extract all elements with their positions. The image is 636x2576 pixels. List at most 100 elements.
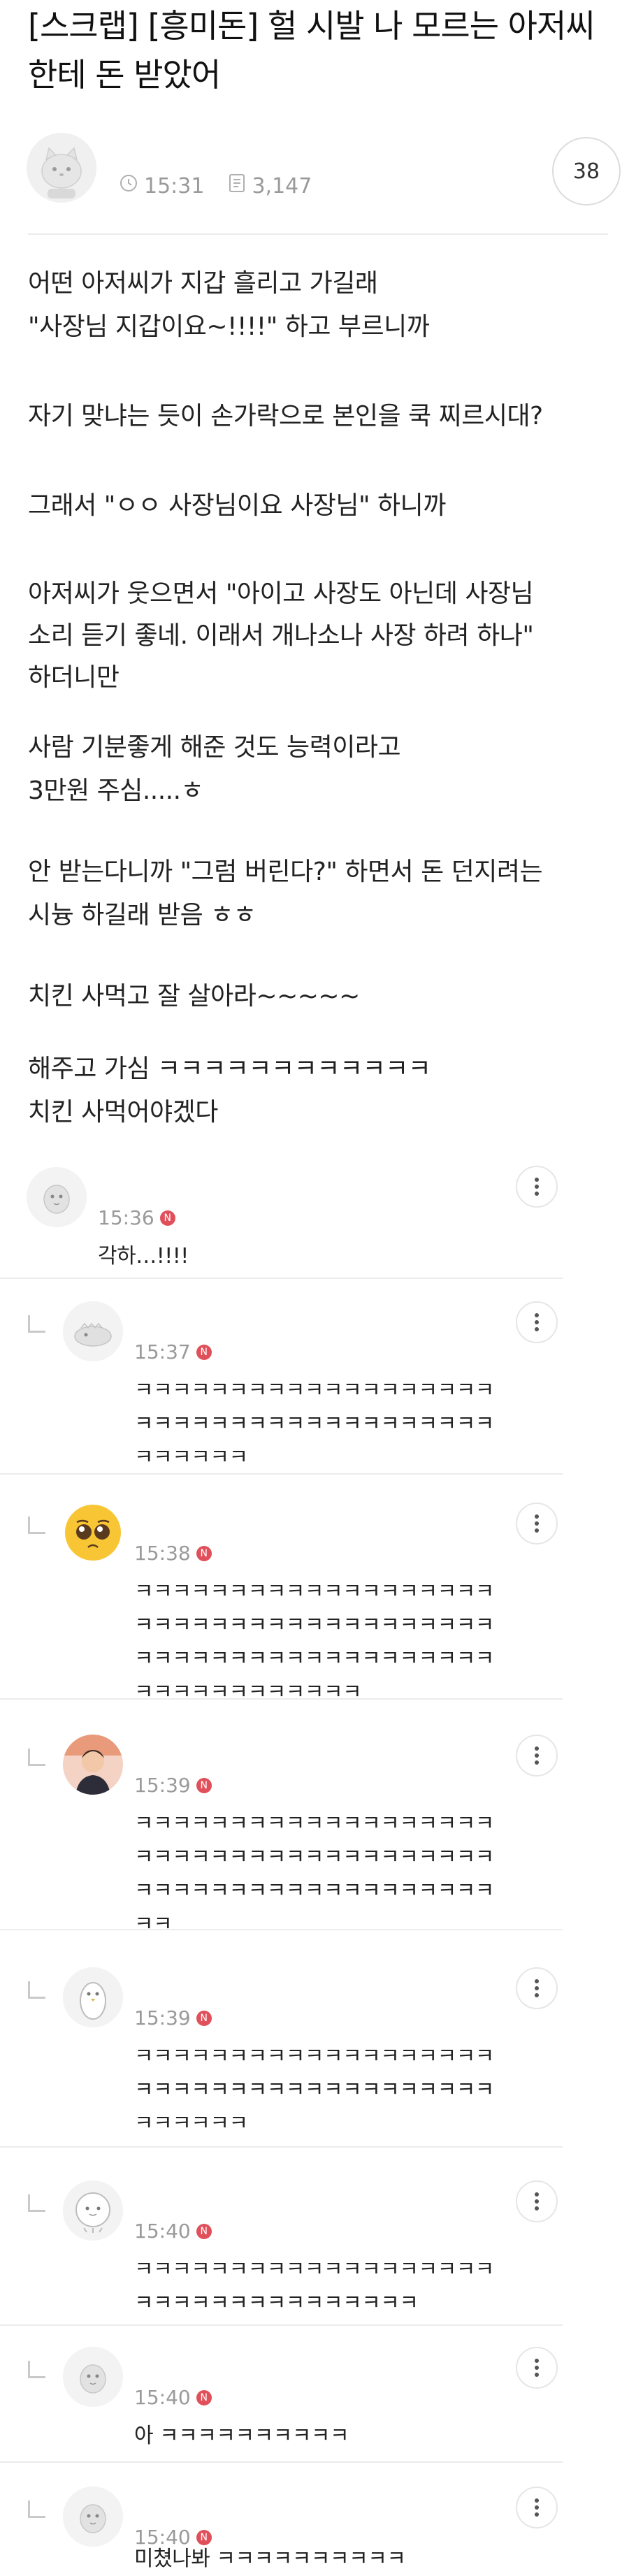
reply-arrow-icon xyxy=(28,1981,45,1999)
comment-item: 15:40 N ㅋㅋㅋㅋㅋㅋㅋㅋㅋㅋㅋㅋㅋㅋㅋㅋㅋㅋㅋ ㅋㅋㅋㅋㅋㅋㅋㅋㅋㅋㅋㅋ… xyxy=(0,2166,636,2326)
comment-text: ㅋㅋㅋㅋㅋㅋㅋㅋㅋㅋㅋㅋㅋㅋㅋㅋㅋㅋㅋ ㅋㅋㅋㅋㅋㅋㅋㅋㅋㅋㅋㅋㅋㅋㅋ xyxy=(134,2257,494,2315)
comment-more-button[interactable] xyxy=(516,2180,558,2222)
avatar[interactable] xyxy=(63,2347,123,2407)
cat-avatar-icon xyxy=(27,133,96,203)
post-views: 3,147 xyxy=(252,173,312,198)
more-vertical-icon xyxy=(535,1746,539,1765)
comment-divider xyxy=(0,1278,563,1279)
comment-text: 각하…!!!! xyxy=(98,1244,189,1268)
more-vertical-icon xyxy=(535,1514,539,1533)
comment-time: 15:40 xyxy=(134,2386,191,2409)
clock-icon xyxy=(119,173,138,198)
comment-text: ㅋㅋㅋㅋㅋㅋㅋㅋㅋㅋㅋㅋㅋㅋㅋㅋㅋㅋㅋ ㅋㅋㅋㅋㅋㅋㅋㅋㅋㅋㅋㅋㅋㅋㅋㅋㅋㅋㅋ … xyxy=(134,2044,494,2136)
avatar[interactable] xyxy=(63,1735,123,1795)
document-icon xyxy=(228,173,246,198)
more-vertical-icon xyxy=(535,2192,539,2210)
avatar[interactable] xyxy=(27,1167,87,1227)
comment-item: 15:39 N ㅋㅋㅋㅋㅋㅋㅋㅋㅋㅋㅋㅋㅋㅋㅋㅋㅋㅋㅋ ㅋㅋㅋㅋㅋㅋㅋㅋㅋㅋㅋㅋ… xyxy=(0,1953,636,2148)
round-face-avatar-icon xyxy=(63,2180,123,2241)
comment-text: 미쳤나봐 ㅋㅋㅋㅋㅋㅋㅋㅋㅋㅋ xyxy=(134,2547,406,2571)
ghost-avatar-icon xyxy=(27,1167,87,1227)
post-body-line: 치킨 사먹어야겠다 xyxy=(28,1098,218,1127)
new-badge: N xyxy=(196,1344,212,1360)
new-badge: N xyxy=(196,2389,212,2405)
comment-time-row: 15:37 N xyxy=(134,1340,212,1363)
comment-time: 15:38 xyxy=(134,1542,191,1565)
post-body-line: 시늉 하길래 받음 ㅎㅎ xyxy=(28,901,256,929)
post-body-line: 사람 기분좋게 해준 것도 능력이라고 xyxy=(28,733,401,762)
comment-count-button[interactable]: 38 xyxy=(552,137,621,205)
comment-item: 15:39 N ㅋㅋㅋㅋㅋㅋㅋㅋㅋㅋㅋㅋㅋㅋㅋㅋㅋㅋㅋ ㅋㅋㅋㅋㅋㅋㅋㅋㅋㅋㅋㅋ… xyxy=(0,1721,636,1937)
reply-arrow-icon xyxy=(28,2361,45,2378)
avatar[interactable] xyxy=(63,2487,123,2547)
more-vertical-icon xyxy=(535,1178,539,1196)
comment-more-button[interactable] xyxy=(516,1967,558,2009)
more-vertical-icon xyxy=(535,2359,539,2377)
comment-more-button[interactable] xyxy=(516,1503,558,1544)
new-badge: N xyxy=(196,2010,212,2026)
comment-more-button[interactable] xyxy=(516,2347,558,2389)
comment-more-button[interactable] xyxy=(516,1301,558,1343)
dinosaur-avatar-icon xyxy=(63,1301,123,1361)
new-badge: N xyxy=(159,1210,175,1226)
comment-item: 15:37 N ㅋㅋㅋㅋㅋㅋㅋㅋㅋㅋㅋㅋㅋㅋㅋㅋㅋㅋㅋ ㅋㅋㅋㅋㅋㅋㅋㅋㅋㅋㅋㅋ… xyxy=(0,1301,636,1475)
reply-arrow-icon xyxy=(28,2194,45,2212)
comment-divider xyxy=(0,2324,563,2326)
post-time: 15:31 xyxy=(144,173,205,198)
post-body-line: 치킨 사먹고 잘 살아라~~~~~ xyxy=(28,982,360,1011)
comment-text: ㅋㅋㅋㅋㅋㅋㅋㅋㅋㅋㅋㅋㅋㅋㅋㅋㅋㅋㅋ ㅋㅋㅋㅋㅋㅋㅋㅋㅋㅋㅋㅋㅋㅋㅋㅋㅋㅋㅋ … xyxy=(134,1811,494,1937)
comment-time-row: 15:38 N xyxy=(134,1542,212,1565)
post-body-line: 3만원 주심.....ㅎ xyxy=(28,776,204,805)
comment-count: 38 xyxy=(572,159,600,184)
header-divider xyxy=(28,233,608,235)
comment-item: 15:40 N 미쳤나봐 ㅋㅋㅋㅋㅋㅋㅋㅋㅋㅋ xyxy=(0,2473,636,2572)
author-avatar[interactable] xyxy=(27,133,96,203)
ghost-avatar-icon xyxy=(63,2487,123,2547)
avatar[interactable] xyxy=(63,1967,123,2027)
post-meta: 15:31 3,147 xyxy=(119,172,312,200)
comment-time-row: 15:39 N xyxy=(134,1774,212,1797)
post-body-line: 안 받는다니까 "그럼 버린다?" 하면서 돈 던지려는 xyxy=(28,858,543,886)
ghost-avatar-icon xyxy=(63,2347,123,2407)
comment-item: 15:38 N ㅋㅋㅋㅋㅋㅋㅋㅋㅋㅋㅋㅋㅋㅋㅋㅋㅋㅋㅋ ㅋㅋㅋㅋㅋㅋㅋㅋㅋㅋㅋㅋ… xyxy=(0,1489,636,1705)
comment-divider xyxy=(0,1473,563,1475)
more-vertical-icon xyxy=(535,2498,539,2517)
comment-divider xyxy=(0,1929,563,1930)
comment-time: 15:40 xyxy=(134,2220,191,2243)
comment-time-row: 15:40 N xyxy=(134,2386,212,2409)
comment-more-button[interactable] xyxy=(516,1735,558,1777)
comment-time-row: 15:39 N xyxy=(134,2006,212,2029)
comment-time: 15:39 xyxy=(134,2006,191,2029)
post-body-line: 자기 맞냐는 듯이 손가락으로 본인을 쿡 찌르시대? xyxy=(28,402,543,430)
new-badge: N xyxy=(196,2223,212,2239)
comment-time-row: 15:36 N xyxy=(98,1206,175,1229)
comment-item: 15:40 N 아 ㅋㅋㅋㅋㅋㅋㅋㅋㅋㅋ xyxy=(0,2333,636,2463)
post-body-line: 아저씨가 웃으면서 "아이고 사장도 아닌데 사장님 xyxy=(28,579,534,608)
post-body-line: 어떤 아저씨가 지갑 흘리고 가길래 xyxy=(28,269,378,298)
comment-more-button[interactable] xyxy=(516,1166,558,1208)
post-body-line: 하더니만 xyxy=(28,663,120,692)
penguin-avatar-icon xyxy=(63,1967,123,2027)
more-vertical-icon xyxy=(535,1313,539,1331)
post-body-line: "사장님 지갑이요~!!!!" 하고 부르니까 xyxy=(28,312,430,341)
comment-time: 15:37 xyxy=(134,1340,191,1363)
comment-text: 아 ㅋㅋㅋㅋㅋㅋㅋㅋㅋㅋ xyxy=(134,2424,349,2448)
pleading-face-icon xyxy=(65,1505,121,1561)
avatar[interactable] xyxy=(63,1301,123,1361)
avatar[interactable] xyxy=(63,1503,123,1563)
comment-time-row: 15:40 N xyxy=(134,2220,212,2243)
comment-divider xyxy=(0,1698,563,1700)
comment-time: 15:39 xyxy=(134,1774,191,1797)
comment-text: ㅋㅋㅋㅋㅋㅋㅋㅋㅋㅋㅋㅋㅋㅋㅋㅋㅋㅋㅋ ㅋㅋㅋㅋㅋㅋㅋㅋㅋㅋㅋㅋㅋㅋㅋㅋㅋㅋㅋ … xyxy=(134,1378,494,1470)
comment-more-button[interactable] xyxy=(516,2487,558,2528)
comment-divider xyxy=(0,2461,563,2463)
post-page: [스크랩] [흥미돈] 헐 시발 나 모르는 아저씨한테 돈 받았어 15:31… xyxy=(0,0,636,2572)
profile-photo-icon xyxy=(63,1735,123,1795)
comment-divider xyxy=(0,2146,563,2148)
reply-arrow-icon xyxy=(28,1315,45,1333)
reply-arrow-icon xyxy=(28,1749,45,1766)
new-badge: N xyxy=(196,1777,212,1793)
comment-text: ㅋㅋㅋㅋㅋㅋㅋㅋㅋㅋㅋㅋㅋㅋㅋㅋㅋㅋㅋ ㅋㅋㅋㅋㅋㅋㅋㅋㅋㅋㅋㅋㅋㅋㅋㅋㅋㅋㅋ … xyxy=(134,1579,494,1705)
avatar[interactable] xyxy=(63,2180,123,2241)
comment-time: 15:36 xyxy=(98,1206,154,1229)
